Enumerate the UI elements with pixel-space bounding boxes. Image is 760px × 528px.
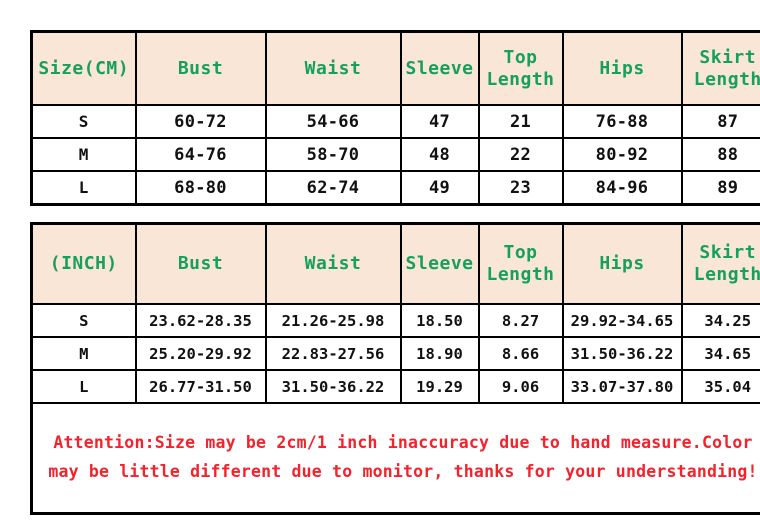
cm-row-0-waist: 54-66: [264, 104, 402, 139]
inch-row-2-hips: 33.07-37.80: [561, 369, 683, 404]
cm-header-skirt-length: Skirt Length: [680, 30, 760, 106]
inch-row-1-skirt-length: 34.65: [680, 336, 760, 371]
cm-row-2-hips: 84-96: [561, 170, 683, 206]
inch-row-0-skirt-length: 34.25: [680, 303, 760, 338]
cm-row-1-size: M: [30, 137, 137, 172]
cm-header-bust: Bust: [134, 30, 267, 106]
inch-row-0-hips: 29.92-34.65: [561, 303, 683, 338]
cm-size-table: Size(CM) Bust Waist Sleeve Top Length Hi…: [30, 30, 760, 206]
inch-row-0-size: S: [30, 303, 137, 338]
cm-header-hips: Hips: [561, 30, 683, 106]
inch-header-sleeve: Sleeve: [399, 222, 480, 305]
cm-row-0-skirt-length: 87: [680, 104, 760, 139]
inch-row-1-waist: 22.83-27.56: [264, 336, 402, 371]
inch-row-0-sleeve: 18.50: [399, 303, 480, 338]
inch-header-hips: Hips: [561, 222, 683, 305]
table-row: L 26.77-31.50 31.50-36.22 19.29 9.06 33.…: [30, 369, 760, 404]
cm-row-0-hips: 76-88: [561, 104, 683, 139]
cm-row-1-hips: 80-92: [561, 137, 683, 172]
inch-row-2-bust: 26.77-31.50: [134, 369, 267, 404]
inch-table-header-row: (INCH) Bust Waist Sleeve Top Length Hips…: [30, 222, 760, 305]
cm-size-table-container: Size(CM) Bust Waist Sleeve Top Length Hi…: [30, 30, 760, 206]
cm-row-1-sleeve: 48: [399, 137, 480, 172]
inch-row-1-size: M: [30, 336, 137, 371]
inch-header-bust: Bust: [134, 222, 267, 305]
inch-row-2-top-length: 9.06: [477, 369, 564, 404]
table-row: S 23.62-28.35 21.26-25.98 18.50 8.27 29.…: [30, 303, 760, 338]
inch-header-top-length: Top Length: [477, 222, 564, 305]
inch-row-1-sleeve: 18.90: [399, 336, 480, 371]
cm-header-sleeve: Sleeve: [399, 30, 480, 106]
cm-row-0-sleeve: 47: [399, 104, 480, 139]
cm-row-2-bust: 68-80: [134, 170, 267, 206]
cm-row-2-waist: 62-74: [264, 170, 402, 206]
inch-header-size: (INCH): [30, 222, 137, 305]
cm-header-waist: Waist: [264, 30, 402, 106]
cm-row-1-waist: 58-70: [264, 137, 402, 172]
inch-row-0-top-length: 8.27: [477, 303, 564, 338]
cm-row-0-top-length: 21: [477, 104, 564, 139]
notice-row: Attention:Size may be 2cm/1 inch inaccur…: [30, 402, 760, 515]
cm-row-1-skirt-length: 88: [680, 137, 760, 172]
cm-header-top-length: Top Length: [477, 30, 564, 106]
inch-row-2-size: L: [30, 369, 137, 404]
inch-row-1-hips: 31.50-36.22: [561, 336, 683, 371]
table-row: M 64-76 58-70 48 22 80-92 88: [30, 137, 760, 172]
inch-row-0-waist: 21.26-25.98: [264, 303, 402, 338]
notice-cell: Attention:Size may be 2cm/1 inch inaccur…: [30, 402, 760, 515]
inch-row-2-sleeve: 19.29: [399, 369, 480, 404]
inch-size-table-container: (INCH) Bust Waist Sleeve Top Length Hips…: [30, 222, 760, 515]
table-row: S 60-72 54-66 47 21 76-88 87: [30, 104, 760, 139]
cm-header-size: Size(CM): [30, 30, 137, 106]
cm-row-0-size: S: [30, 104, 137, 139]
cm-table-header-row: Size(CM) Bust Waist Sleeve Top Length Hi…: [30, 30, 760, 106]
cm-row-0-bust: 60-72: [134, 104, 267, 139]
cm-row-2-skirt-length: 89: [680, 170, 760, 206]
table-row: M 25.20-29.92 22.83-27.56 18.90 8.66 31.…: [30, 336, 760, 371]
table-row: L 68-80 62-74 49 23 84-96 89: [30, 170, 760, 206]
size-chart-page: Size(CM) Bust Waist Sleeve Top Length Hi…: [0, 0, 760, 528]
inch-row-0-bust: 23.62-28.35: [134, 303, 267, 338]
cm-row-1-top-length: 22: [477, 137, 564, 172]
inch-size-table: (INCH) Bust Waist Sleeve Top Length Hips…: [30, 222, 760, 515]
inch-row-1-bust: 25.20-29.92: [134, 336, 267, 371]
inch-row-1-top-length: 8.66: [477, 336, 564, 371]
cm-row-2-size: L: [30, 170, 137, 206]
inch-header-waist: Waist: [264, 222, 402, 305]
size-accuracy-notice: Attention:Size may be 2cm/1 inch inaccur…: [48, 433, 758, 481]
cm-row-1-bust: 64-76: [134, 137, 267, 172]
inch-row-2-waist: 31.50-36.22: [264, 369, 402, 404]
inch-header-skirt-length: Skirt Length: [680, 222, 760, 305]
cm-row-2-sleeve: 49: [399, 170, 480, 206]
inch-row-2-skirt-length: 35.04: [680, 369, 760, 404]
cm-row-2-top-length: 23: [477, 170, 564, 206]
